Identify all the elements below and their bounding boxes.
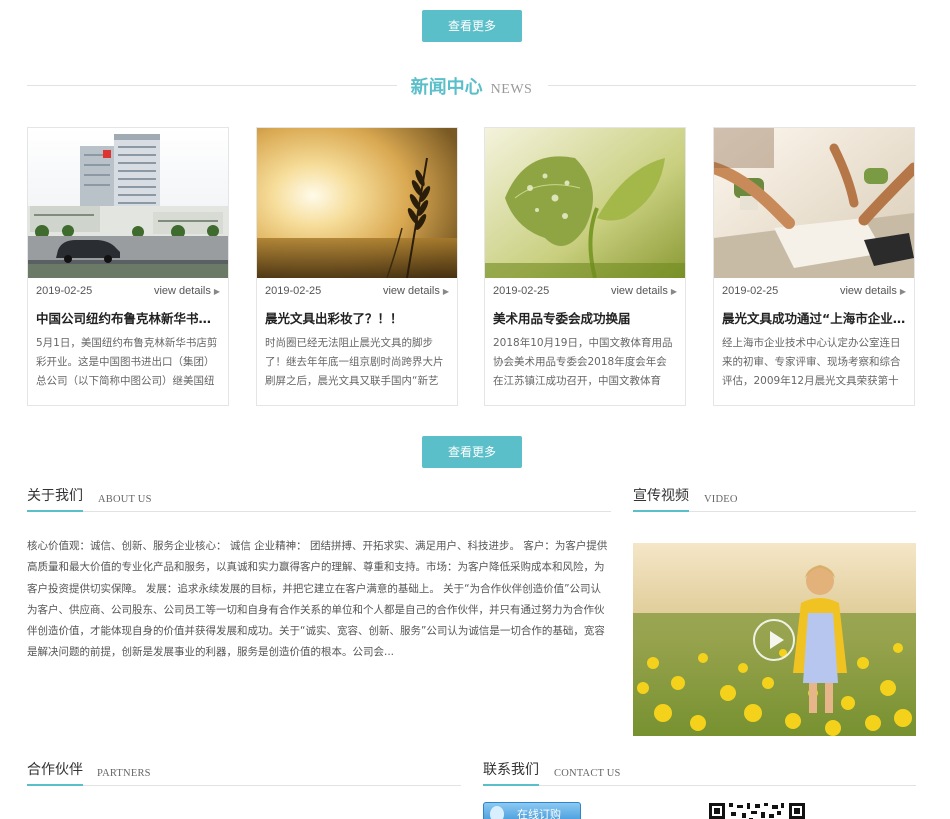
news-summary: 经上海市企业技术中心认定办公室连日来的初审、专家评审、现场考察和综合评估，200… [722, 337, 901, 387]
contact-title-en: CONTACT US [554, 768, 621, 779]
news-title-link[interactable]: 美术用品专委会成功换届 [493, 308, 677, 327]
news-image-wheat[interactable] [257, 128, 457, 278]
news-card[interactable]: 2019-02-25 view details ▶ 晨光文具出彩妆了？！！ 时尚圈已… [256, 127, 458, 406]
news-card[interactable]: 2019-02-25 view details ▶ 中国公司纽约布鲁克林新华书店..… [27, 127, 229, 406]
about-section-header: 关于我们 ABOUT US [27, 488, 611, 512]
triangle-right-icon: ▶ [670, 287, 677, 296]
news-card[interactable]: 2019-02-25 view details ▶ 晨光文具成功通过“上海市企业..… [713, 127, 915, 406]
news-date: 2019-02-25 [493, 285, 550, 297]
view-details-link[interactable]: view details ▶ [611, 285, 677, 297]
about-title-en: ABOUT US [98, 494, 152, 505]
news-summary: 2018年10月19日，中国文教体育用品协会美术用品专委会2018年度会年会在江… [493, 337, 673, 387]
triangle-right-icon: ▶ [213, 287, 220, 296]
news-section-header: 新闻中心 NEWS [27, 70, 916, 100]
online-order-label: 在线订购 [517, 809, 561, 819]
triangle-right-icon: ▶ [442, 287, 449, 296]
view-details-link[interactable]: view details ▶ [154, 285, 220, 297]
partners-title: 合作伙伴 [27, 759, 83, 786]
news-date: 2019-02-25 [265, 285, 322, 297]
news-title-link[interactable]: 晨光文具出彩妆了？！！ [265, 308, 449, 327]
promo-video[interactable] [633, 543, 916, 736]
news-image-office[interactable] [714, 128, 914, 278]
qr-code-icon [709, 803, 805, 819]
news-date: 2019-02-25 [36, 285, 93, 297]
view-details-link[interactable]: view details ▶ [840, 285, 906, 297]
online-order-button[interactable]: 在线订购 [483, 802, 581, 819]
play-icon[interactable] [753, 619, 795, 661]
view-details-link[interactable]: view details ▶ [383, 285, 449, 297]
view-more-button-bottom[interactable]: 查看更多 [422, 436, 522, 468]
news-summary: 时尚圈已经无法阻止晨光文具的脚步了！继去年年底一组京剧时尚跨界大片刷屏之后，晨光… [265, 337, 444, 387]
video-title-en: VIDEO [704, 494, 738, 505]
video-section-header: 宣传视频 VIDEO [633, 488, 916, 512]
contact-section-header: 联系我们 CONTACT US [483, 762, 916, 786]
news-title: 新闻中心 [410, 77, 483, 98]
news-image-leaf[interactable] [485, 128, 685, 278]
news-image-hospital[interactable] [28, 128, 228, 278]
news-title-link[interactable]: 中国公司纽约布鲁克林新华书店... [36, 308, 220, 327]
about-text: 核心价值观：诚信、创新、服务企业核心： 诚信 企业精神： 团结拼搏、开拓求实、满… [27, 540, 608, 659]
chat-avatar-icon [490, 806, 504, 819]
about-title: 关于我们 [27, 485, 83, 512]
view-more-button-top[interactable]: 查看更多 [422, 10, 522, 42]
partners-title-en: PARTNERS [97, 768, 151, 779]
news-summary: 5月1日，美国纽约布鲁克林新华书店剪彩开业。这是中国图书进出口（集团）总公司（以… [36, 337, 218, 387]
contact-title: 联系我们 [483, 759, 539, 786]
news-title-en: NEWS [490, 82, 533, 97]
news-card[interactable]: 2019-02-25 view details ▶ 美术用品专委会成功换届 2018… [484, 127, 686, 406]
video-title: 宣传视频 [633, 485, 689, 512]
news-title-link[interactable]: 晨光文具成功通过“上海市企业... [722, 308, 906, 327]
partners-section-header: 合作伙伴 PARTNERS [27, 762, 461, 786]
triangle-right-icon: ▶ [899, 287, 906, 296]
news-date: 2019-02-25 [722, 285, 779, 297]
